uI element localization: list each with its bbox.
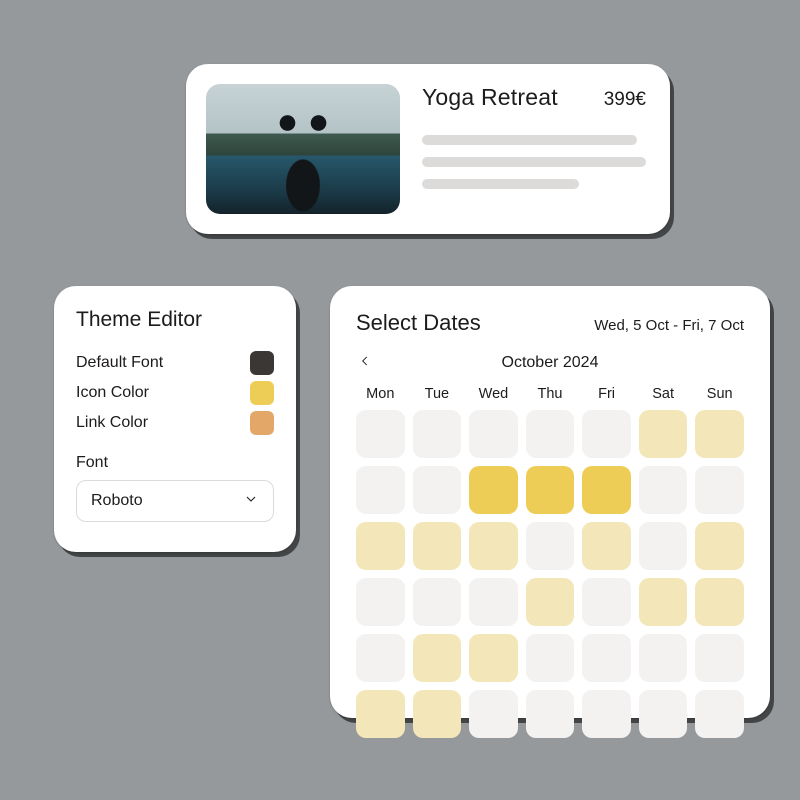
- date-picker-title: Select Dates: [356, 310, 481, 336]
- calendar-day[interactable]: [356, 578, 405, 626]
- color-swatch[interactable]: [250, 381, 274, 405]
- calendar-day[interactable]: [356, 522, 405, 570]
- calendar-day[interactable]: [413, 690, 462, 738]
- calendar-day[interactable]: [582, 634, 631, 682]
- calendar-day[interactable]: [526, 410, 575, 458]
- calendar-day[interactable]: [469, 578, 518, 626]
- calendar-day[interactable]: [356, 690, 405, 738]
- calendar-day[interactable]: [469, 522, 518, 570]
- font-select-value: Roboto: [91, 492, 143, 510]
- theme-row-icon-color[interactable]: Icon Color: [76, 378, 274, 408]
- calendar-day[interactable]: [526, 466, 575, 514]
- font-select[interactable]: Roboto: [76, 480, 274, 522]
- calendar-day[interactable]: [639, 634, 688, 682]
- calendar-day[interactable]: [639, 522, 688, 570]
- weekday-label: Tue: [413, 386, 462, 402]
- weekday-label: Sun: [695, 386, 744, 402]
- calendar-day[interactable]: [582, 522, 631, 570]
- date-picker-selected-range: Wed, 5 Oct - Fri, 7 Oct: [594, 317, 744, 334]
- calendar-day[interactable]: [582, 578, 631, 626]
- calendar-day[interactable]: [469, 466, 518, 514]
- chevron-down-icon: [243, 491, 259, 512]
- calendar-day[interactable]: [356, 466, 405, 514]
- calendar-day[interactable]: [413, 522, 462, 570]
- calendar-day[interactable]: [413, 410, 462, 458]
- weekday-label: Sat: [639, 386, 688, 402]
- product-info: Yoga Retreat 399€: [422, 84, 646, 214]
- calendar-day[interactable]: [695, 690, 744, 738]
- theme-row-default-font[interactable]: Default Font: [76, 348, 274, 378]
- calendar-day[interactable]: [639, 466, 688, 514]
- product-title: Yoga Retreat: [422, 84, 558, 111]
- calendar-day[interactable]: [695, 522, 744, 570]
- calendar-day[interactable]: [526, 522, 575, 570]
- weekday-label: Mon: [356, 386, 405, 402]
- chevron-left-icon: [358, 354, 372, 368]
- theme-row-link-color[interactable]: Link Color: [76, 408, 274, 438]
- product-price: 399€: [604, 89, 646, 111]
- prev-month-button[interactable]: [358, 354, 372, 373]
- product-card: Yoga Retreat 399€: [186, 64, 670, 234]
- calendar-day[interactable]: [413, 466, 462, 514]
- calendar-day[interactable]: [695, 410, 744, 458]
- weekday-label: Thu: [526, 386, 575, 402]
- calendar-day[interactable]: [413, 634, 462, 682]
- calendar-day[interactable]: [356, 410, 405, 458]
- theme-row-label: Default Font: [76, 354, 163, 372]
- calendar-day[interactable]: [526, 634, 575, 682]
- weekday-label: Fri: [582, 386, 631, 402]
- calendar-day[interactable]: [469, 690, 518, 738]
- calendar-day[interactable]: [526, 690, 575, 738]
- calendar-day[interactable]: [526, 578, 575, 626]
- calendar-grid: [356, 410, 744, 738]
- theme-row-label: Icon Color: [76, 384, 149, 402]
- product-image: [206, 84, 400, 214]
- theme-editor-card: Theme Editor Default Font Icon Color Lin…: [54, 286, 296, 552]
- calendar-day[interactable]: [639, 690, 688, 738]
- theme-row-label: Link Color: [76, 414, 148, 432]
- calendar-day[interactable]: [582, 410, 631, 458]
- color-swatch[interactable]: [250, 351, 274, 375]
- calendar-day[interactable]: [582, 690, 631, 738]
- date-picker-card: Select Dates Wed, 5 Oct - Fri, 7 Oct Oct…: [330, 286, 770, 718]
- weekday-header-row: Mon Tue Wed Thu Fri Sat Sun: [356, 386, 744, 402]
- calendar-day[interactable]: [695, 466, 744, 514]
- weekday-label: Wed: [469, 386, 518, 402]
- calendar-day[interactable]: [582, 466, 631, 514]
- calendar-day[interactable]: [639, 410, 688, 458]
- calendar-day[interactable]: [413, 578, 462, 626]
- product-description-placeholder: [422, 135, 646, 189]
- calendar-day[interactable]: [469, 410, 518, 458]
- calendar-day[interactable]: [469, 634, 518, 682]
- calendar-day[interactable]: [695, 634, 744, 682]
- calendar-day[interactable]: [356, 634, 405, 682]
- font-field-label: Font: [76, 454, 274, 472]
- month-label: October 2024: [502, 354, 599, 372]
- calendar-day[interactable]: [639, 578, 688, 626]
- color-swatch[interactable]: [250, 411, 274, 435]
- theme-editor-title: Theme Editor: [76, 308, 274, 332]
- calendar-day[interactable]: [695, 578, 744, 626]
